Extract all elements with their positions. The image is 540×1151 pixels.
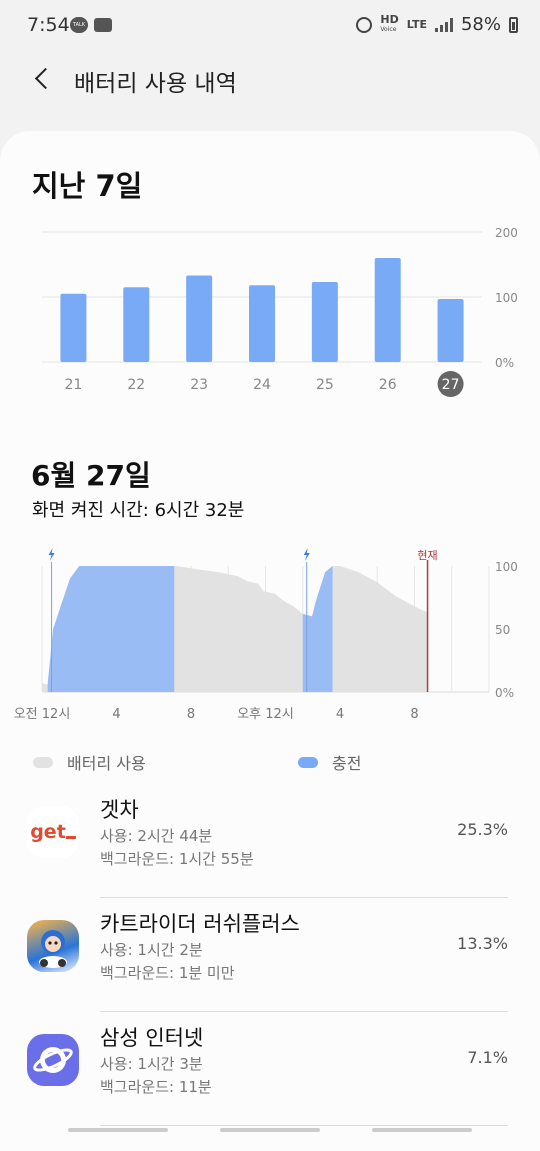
app-usage-list: get 겟차 사용: 2시간 44분 백그라운드: 1시간 55분 25.3% … — [0, 784, 540, 1126]
x-tick-label: 23 — [190, 377, 208, 393]
daily-battery-chart: 현재 0% 50 100 오전 12시 4 8 오후 12시 4 8 — [14, 548, 518, 722]
y-tick-label: 200 — [495, 226, 518, 240]
charging-bolt-icon — [48, 548, 55, 561]
page-title: 배터리 사용 내역 — [74, 71, 237, 97]
bar-22 — [123, 287, 150, 362]
app-item-getcha[interactable]: get 겟차 사용: 2시간 44분 백그라운드: 1시간 55분 25.3% — [0, 784, 540, 898]
x-tick-label: 8 — [410, 707, 418, 722]
nav-back-button[interactable] — [372, 1128, 472, 1132]
weekly-usage-chart: 0% 100 200 21 22 23 24 25 26 27 — [42, 226, 518, 397]
bar-24 — [249, 285, 275, 362]
week-title: 지난 7일 — [32, 169, 143, 203]
y-tick-label: 100 — [495, 560, 518, 574]
x-tick-label: 오후 12시 — [237, 707, 294, 722]
current-time-label: 현재 — [417, 549, 437, 562]
lte-icon: LTE — [406, 17, 427, 31]
navigation-bar — [0, 1120, 540, 1140]
battery-percent: 58% — [460, 14, 501, 35]
bar-21 — [60, 293, 87, 362]
legend-usage-swatch — [33, 756, 53, 768]
status-bar: 7:54 TALK HD Voice LTE 58% — [0, 0, 540, 54]
legend-charging-label: 충전 — [332, 754, 362, 773]
app-usage-time: 사용: 2시간 44분 — [100, 827, 213, 845]
back-button[interactable] — [28, 64, 58, 94]
app-usage-time: 사용: 1시간 2분 — [100, 941, 203, 959]
legend-charging-swatch — [298, 756, 318, 768]
legend-usage: 배터리 사용 — [33, 750, 146, 774]
y-tick-label: 100 — [495, 291, 518, 305]
app-name: 겟차 — [100, 798, 139, 822]
bar-25 — [311, 282, 338, 362]
alarm-icon — [356, 16, 373, 33]
bar-27 — [437, 298, 464, 362]
app-background-time: 백그라운드: 1분 미만 — [100, 964, 235, 982]
app-header: 배터리 사용 내역 — [0, 54, 540, 108]
x-tick-label: 26 — [379, 377, 397, 393]
day-title: 6월 27일 — [31, 459, 151, 492]
app-name: 카트라이더 러쉬플러스 — [100, 912, 300, 936]
status-time: 7:54 — [27, 14, 70, 36]
battery-icon — [509, 16, 518, 33]
x-tick-label: 21 — [65, 377, 83, 393]
status-right: HD Voice LTE 58% — [356, 14, 518, 35]
app-percent: 7.1% — [467, 1048, 508, 1067]
nav-recents-button[interactable] — [68, 1128, 168, 1132]
app-item-samsung-internet[interactable]: 삼성 인터넷 사용: 1시간 3분 백그라운드: 11분 7.1% — [0, 1012, 540, 1126]
app-item-kartrider[interactable]: 카트라이더 러쉬플러스 사용: 1시간 2분 백그라운드: 1분 미만 13.3… — [0, 898, 540, 1012]
x-tick-label: 25 — [316, 377, 334, 393]
x-tick-label: 오전 12시 — [14, 707, 71, 722]
x-tick-label: 4 — [336, 707, 344, 722]
bar-26 — [374, 258, 401, 362]
notification-icons: TALK — [70, 17, 112, 33]
getcha-icon: get — [27, 806, 79, 858]
legend-charging: 충전 — [298, 750, 361, 774]
charging-bolt-icon — [303, 548, 310, 561]
kartrider-icon — [27, 920, 79, 972]
x-tick-label: 22 — [127, 377, 145, 393]
screen-on-time: 화면 켜진 시간: 6시간 32분 — [32, 500, 245, 521]
x-tick-label: 4 — [112, 707, 120, 722]
x-tick-label: 8 — [187, 707, 195, 722]
app-usage-time: 사용: 1시간 3분 — [100, 1055, 203, 1073]
x-tick-label: 24 — [253, 377, 271, 393]
hd-voice-icon: HD Voice — [380, 12, 399, 33]
kakaotalk-icon: TALK — [70, 17, 88, 33]
y-tick-label: 0% — [495, 686, 514, 700]
app-background-time: 백그라운드: 11분 — [100, 1078, 212, 1096]
samsung-internet-icon — [27, 1034, 79, 1086]
app-name: 삼성 인터넷 — [100, 1026, 204, 1050]
legend-usage-label: 배터리 사용 — [67, 754, 146, 773]
app-background-time: 백그라운드: 1시간 55분 — [100, 850, 254, 868]
y-tick-label: 50 — [495, 623, 510, 637]
bar-23 — [186, 275, 213, 362]
signal-icon — [434, 17, 453, 32]
youtube-icon — [94, 18, 112, 32]
nav-home-button[interactable] — [220, 1128, 320, 1132]
app-percent: 25.3% — [457, 820, 508, 839]
app-percent: 13.3% — [457, 934, 508, 953]
y-tick-label: 0% — [495, 356, 514, 370]
x-tick-label: 27 — [442, 377, 460, 393]
